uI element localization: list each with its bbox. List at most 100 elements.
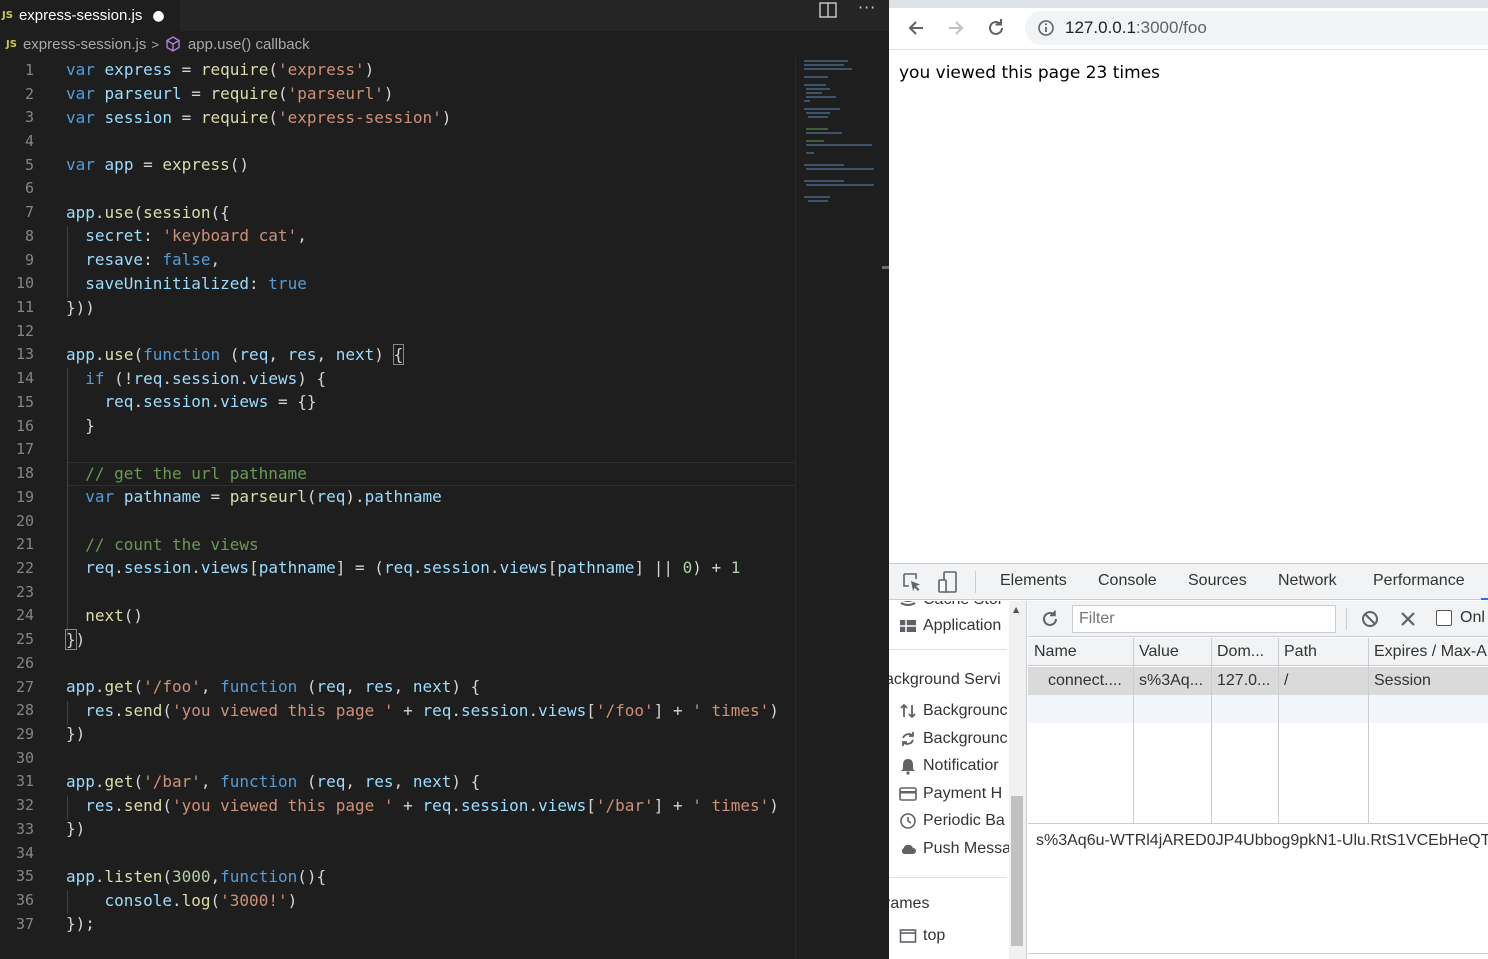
code-line: 26: [0, 651, 795, 675]
sidebar-item-cache-storage[interactable]: Cache Stor: [899, 601, 1003, 609]
application-sidebar[interactable]: Cache Stor Application ackground Servi B…: [889, 601, 1027, 959]
only-show-issues-label: Onl: [1460, 609, 1485, 626]
only-show-issues-checkbox[interactable]: [1436, 610, 1452, 626]
minimap-line: [804, 60, 848, 62]
line-number: 1: [24, 60, 34, 79]
sidebar-scrollbar-thumb[interactable]: [1011, 796, 1023, 946]
line-number: 22: [15, 558, 34, 577]
cell-value: s%3Aq...: [1139, 672, 1204, 689]
inspect-element-icon[interactable]: [901, 571, 923, 593]
code-line: 32 res.send('you viewed this page ' + re…: [0, 793, 795, 817]
info-icon[interactable]: [1037, 19, 1055, 37]
code-line: 10 saveUninitialized: true: [0, 271, 795, 295]
column-header-expires[interactable]: Expires / Max-A: [1368, 638, 1488, 666]
scrollbar-marker[interactable]: [882, 266, 889, 269]
code-line: 1 var express = require('express'): [0, 58, 795, 82]
code-area[interactable]: 1 var express = require('express') 2 var p…: [0, 58, 795, 936]
tab-elements[interactable]: Elements: [1000, 572, 1067, 590]
table-row-empty[interactable]: [1028, 695, 1488, 723]
sidebar-item-push-messaging[interactable]: Push Messa: [899, 840, 1011, 858]
device-toolbar-icon[interactable]: [937, 570, 959, 594]
up-down-arrows-icon: [900, 703, 916, 719]
line-number: 12: [15, 321, 34, 340]
column-header-name[interactable]: Name: [1028, 638, 1133, 666]
sidebar-item-application[interactable]: Application: [899, 617, 1001, 635]
sidebar-item-notifications[interactable]: Notificatior: [899, 757, 999, 775]
sidebar-item-background-fetch[interactable]: Backgrounc: [899, 702, 1008, 720]
split-editor-icon[interactable]: [818, 0, 838, 20]
line-number: 25: [15, 630, 34, 649]
toolbar-divider: [975, 571, 976, 593]
line-number: 34: [15, 843, 34, 862]
grid-icon: [900, 620, 916, 632]
column-divider[interactable]: [1368, 638, 1369, 824]
line-number: 11: [15, 298, 34, 317]
column-header-path[interactable]: Path: [1278, 638, 1368, 666]
reload-icon[interactable]: [985, 17, 1007, 39]
minimap-line: [804, 64, 844, 66]
forward-arrow-icon[interactable]: [945, 17, 967, 39]
minimap-line: [808, 200, 828, 202]
column-divider[interactable]: [1133, 638, 1134, 824]
tab-performance[interactable]: Performance: [1373, 572, 1465, 590]
code-line: 23: [0, 580, 795, 604]
refresh-icon[interactable]: [1040, 609, 1060, 629]
column-divider[interactable]: [1211, 638, 1212, 824]
line-number: 3: [24, 108, 34, 127]
column-divider[interactable]: [1278, 638, 1279, 824]
line-number: 16: [15, 416, 34, 435]
javascript-file-icon: JS: [6, 38, 17, 50]
devtools-panel: Elements Console Sources Network Perform…: [889, 563, 1488, 959]
cookies-panel: Onl Name Value Dom... Path Expires / Max…: [1028, 601, 1488, 959]
tab-console[interactable]: Console: [1098, 572, 1157, 590]
delete-selected-icon[interactable]: [1398, 609, 1418, 629]
tab-network[interactable]: Network: [1278, 572, 1337, 590]
code-editor[interactable]: JS express-session.js ● ··· JS express-s…: [0, 0, 889, 959]
more-actions-icon[interactable]: ···: [858, 0, 876, 17]
code-line: 7 app.use(session({: [0, 200, 795, 224]
cookies-toolbar: Onl: [1028, 601, 1488, 637]
tab-sources[interactable]: Sources: [1188, 572, 1247, 590]
devtools-tab-bar: Elements Console Sources Network Perform…: [889, 564, 1488, 600]
url-text[interactable]: 127.0.0.1:3000/foo: [1065, 18, 1207, 38]
line-number: 13: [15, 345, 34, 364]
line-number: 17: [15, 440, 34, 459]
scroll-up-arrow-icon[interactable]: ▲: [1013, 605, 1019, 614]
cookie-table: Name Value Dom... Path Expires / Max-A c…: [1028, 638, 1488, 824]
code-line: 25}): [0, 627, 795, 651]
page-body-text: you viewed this page 23 times: [899, 63, 1161, 83]
sidebar-item-top-frame[interactable]: top: [899, 927, 945, 945]
toolbar-divider: [1346, 608, 1347, 630]
sync-icon: [902, 732, 914, 746]
minimap[interactable]: [795, 58, 885, 959]
code-line: 11})): [0, 295, 795, 319]
back-arrow-icon[interactable]: [905, 17, 927, 39]
cookie-filter-input[interactable]: [1072, 605, 1336, 633]
url-path: :3000/foo: [1135, 18, 1207, 37]
tab-label: express-session.js: [18, 7, 143, 24]
address-bar[interactable]: 127.0.0.1:3000/foo: [1025, 11, 1488, 45]
line-number: 10: [15, 274, 34, 293]
breadcrumb-symbol[interactable]: app.use() callback: [188, 36, 310, 53]
method-cube-icon: [166, 36, 180, 52]
clock-icon: [900, 813, 916, 829]
column-header-value[interactable]: Value: [1133, 638, 1211, 666]
sidebar-item-periodic-background-sync[interactable]: Periodic Ba: [899, 812, 1005, 830]
editor-tab-bar: JS express-session.js ● ···: [0, 0, 889, 31]
sidebar-item-background-sync[interactable]: Backgrounc: [899, 730, 1008, 748]
sidebar-label: Cache Stor: [923, 601, 1003, 609]
clear-all-icon[interactable]: [1360, 609, 1380, 629]
code-line: 9 resave: false,: [0, 248, 795, 272]
breadcrumb-file[interactable]: express-session.js: [23, 36, 146, 53]
column-header-domain[interactable]: Dom...: [1211, 638, 1278, 666]
line-number: 18: [15, 464, 34, 483]
unsaved-dot-icon[interactable]: ●: [152, 8, 164, 24]
editor-tab-express-session[interactable]: JS express-session.js ●: [0, 0, 180, 31]
panel-divider: [1028, 953, 1488, 954]
line-number: 26: [15, 653, 34, 672]
code-line: 30: [0, 746, 795, 770]
minimap-line: [804, 76, 828, 78]
line-number: 31: [15, 772, 34, 791]
sidebar-item-payment-handler[interactable]: Payment H: [899, 785, 1002, 803]
browser-tab-strip: [889, 0, 1488, 8]
